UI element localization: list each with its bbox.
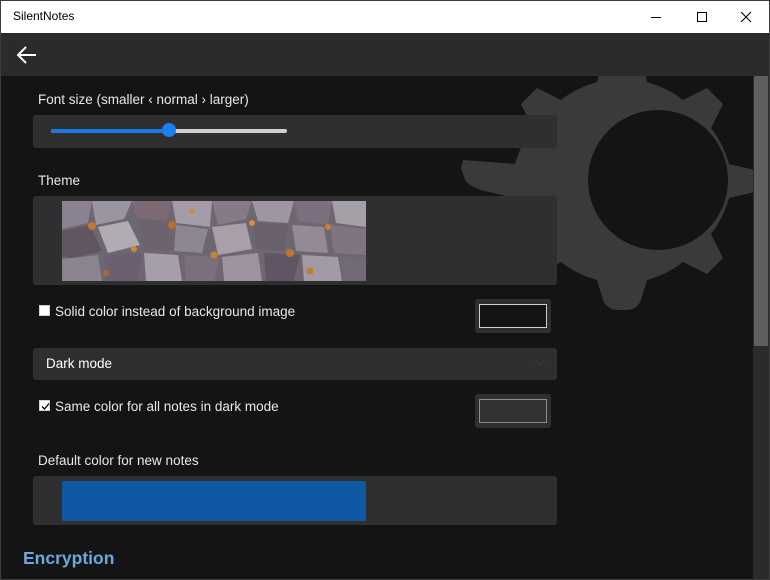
default-color-panel bbox=[33, 476, 557, 525]
back-button[interactable] bbox=[7, 36, 47, 74]
window-title: SilentNotes bbox=[13, 9, 75, 23]
font-size-panel bbox=[33, 115, 557, 148]
close-icon bbox=[740, 11, 752, 23]
same-color-checkbox[interactable] bbox=[39, 400, 50, 411]
solid-color-swatch bbox=[479, 304, 547, 328]
app-bar bbox=[1, 33, 769, 76]
close-button[interactable] bbox=[723, 1, 769, 33]
app-window: SilentNotes Font size (smaller ‹ normal … bbox=[0, 0, 770, 580]
title-bar: SilentNotes bbox=[1, 1, 769, 33]
back-arrow-icon bbox=[16, 46, 36, 64]
minimize-button[interactable] bbox=[633, 1, 679, 33]
minimize-icon bbox=[651, 17, 661, 18]
vertical-scrollbar[interactable] bbox=[753, 76, 769, 579]
slider-thumb[interactable] bbox=[162, 123, 176, 137]
font-size-label: Font size (smaller ‹ normal › larger) bbox=[38, 92, 249, 107]
scrollbar-thumb[interactable] bbox=[754, 76, 768, 346]
maximize-button[interactable] bbox=[679, 1, 725, 33]
solid-color-picker[interactable] bbox=[475, 299, 551, 333]
same-color-label: Same color for all notes in dark mode bbox=[55, 399, 279, 414]
dark-mode-color-swatch bbox=[479, 399, 547, 423]
dark-mode-color-picker[interactable] bbox=[475, 394, 551, 428]
chevron-down-icon bbox=[535, 360, 545, 366]
rocks-image bbox=[62, 201, 366, 281]
settings-content: Font size (smaller ‹ normal › larger) Th… bbox=[1, 76, 769, 579]
maximize-icon bbox=[697, 12, 707, 22]
dark-mode-selected: Dark mode bbox=[46, 356, 113, 371]
default-color-label: Default color for new notes bbox=[38, 453, 199, 468]
theme-panel bbox=[33, 196, 557, 285]
solid-color-checkbox[interactable] bbox=[39, 305, 50, 316]
checkmark-icon bbox=[41, 403, 50, 410]
theme-label: Theme bbox=[38, 173, 81, 188]
slider-fill bbox=[51, 129, 169, 133]
dark-mode-dropdown[interactable]: Dark mode bbox=[33, 348, 557, 380]
encryption-heading: Encryption bbox=[23, 548, 115, 568]
theme-thumbnail[interactable] bbox=[62, 201, 366, 281]
default-color-swatch[interactable] bbox=[62, 481, 366, 521]
solid-color-label: Solid color instead of background image bbox=[55, 304, 296, 319]
